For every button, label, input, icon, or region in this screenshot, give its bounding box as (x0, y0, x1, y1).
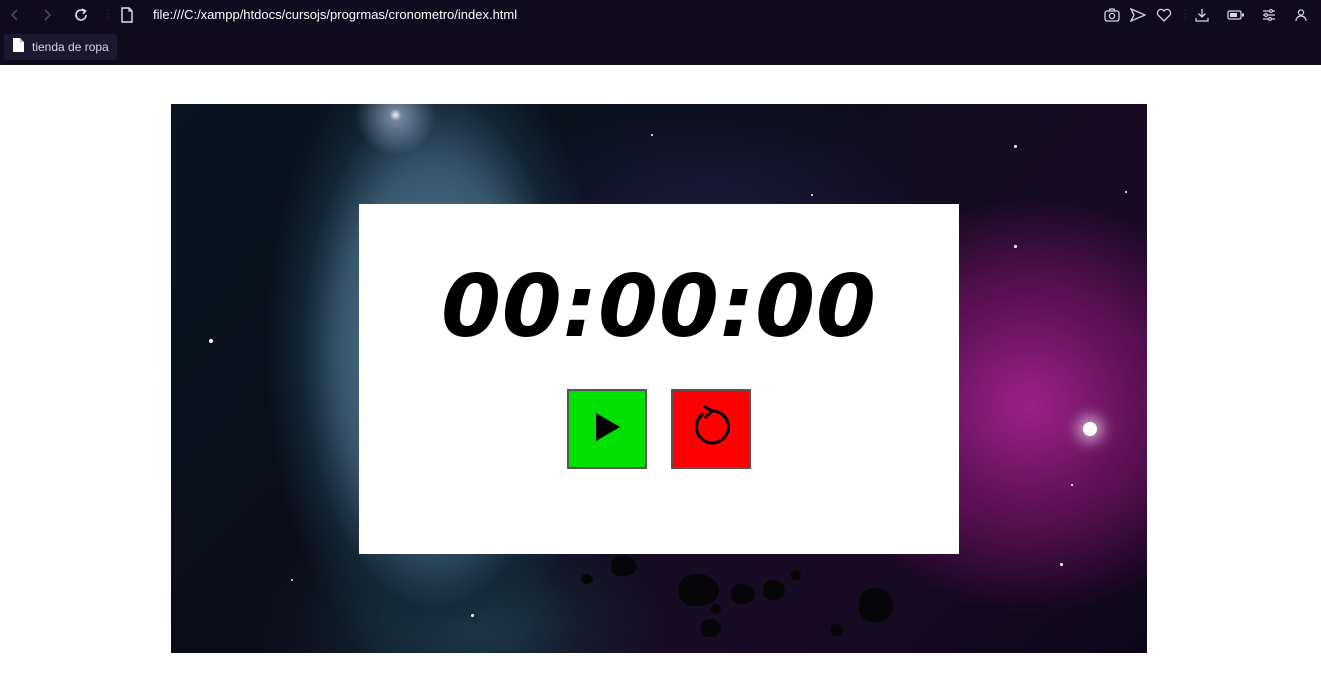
heart-icon[interactable] (1155, 6, 1173, 24)
download-icon[interactable] (1193, 6, 1211, 24)
asteroid (791, 570, 801, 580)
settings-icon[interactable] (1260, 6, 1278, 24)
reset-icon (689, 404, 733, 454)
reset-button[interactable] (671, 389, 751, 469)
send-icon[interactable] (1129, 6, 1147, 24)
bookmarks-bar: tienda de ropa (0, 32, 1321, 62)
asteroid (679, 574, 719, 606)
star (1014, 145, 1017, 148)
back-icon[interactable] (6, 6, 24, 24)
space-background: 00:00:00 (171, 104, 1147, 653)
asteroid (763, 580, 785, 600)
asteroid (711, 604, 721, 614)
play-button[interactable] (567, 389, 647, 469)
file-icon (12, 37, 24, 57)
asteroid (859, 588, 893, 622)
asteroid (581, 574, 593, 584)
camera-icon[interactable] (1103, 6, 1121, 24)
asteroid (731, 584, 755, 604)
toolbar-separator: ⋮ (103, 9, 113, 20)
play-icon (592, 411, 622, 448)
battery-icon[interactable] (1227, 6, 1245, 24)
star (811, 194, 813, 196)
toolbar-separator: ⋮ (1180, 9, 1190, 20)
stopwatch-card: 00:00:00 (359, 204, 959, 554)
star (1014, 245, 1017, 248)
bright-star (1083, 422, 1097, 436)
asteroid (701, 619, 721, 637)
star (1071, 484, 1073, 486)
bookmark-label: tienda de ropa (32, 40, 109, 54)
bookmark-tienda-de-ropa[interactable]: tienda de ropa (4, 34, 117, 60)
star (1125, 191, 1127, 193)
forward-icon[interactable] (38, 6, 56, 24)
browser-toolbar: ⋮ file:///C:/xampp/htdocs/cursojs/progrm… (0, 0, 1321, 30)
star (651, 134, 653, 136)
page-info-icon[interactable] (118, 6, 136, 24)
page-content: 00:00:00 (0, 65, 1321, 689)
asteroid (831, 624, 843, 636)
asteroid (611, 556, 637, 576)
stopwatch-display: 00:00:00 (441, 257, 877, 357)
address-bar[interactable]: file:///C:/xampp/htdocs/cursojs/progrmas… (153, 7, 517, 23)
star (471, 614, 474, 617)
star (1060, 563, 1063, 566)
star (291, 579, 293, 581)
profile-icon[interactable] (1292, 6, 1310, 24)
browser-chrome: ⋮ file:///C:/xampp/htdocs/cursojs/progrm… (0, 0, 1321, 65)
star (209, 339, 213, 343)
reload-icon[interactable] (72, 6, 90, 24)
